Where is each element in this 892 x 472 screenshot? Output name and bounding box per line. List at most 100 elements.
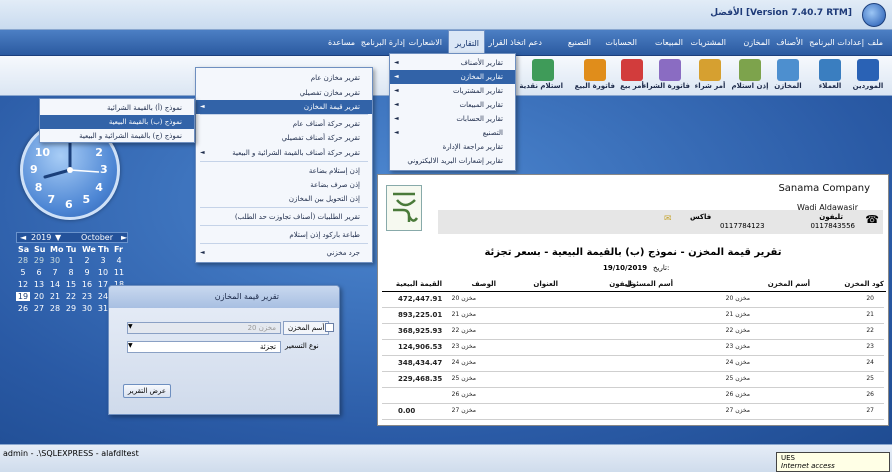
calendar-day[interactable]: 27 (32, 304, 46, 313)
pricing-type-label: نوع التسعير (285, 342, 319, 350)
calendar-day[interactable]: 28 (16, 256, 30, 265)
toolbar-btn-4[interactable]: أمر شراء (690, 56, 730, 96)
toolbar-btn-7[interactable]: فاتورة البيع (575, 56, 615, 96)
calendar-day[interactable]: 8 (64, 268, 78, 277)
weekday-label: Th (98, 245, 110, 254)
warehouse-item-4[interactable]: تقرير حركة أصناف تفصيلي (196, 131, 372, 145)
report-preview: Sanama Company Wadi Aldawasir ☎ تليفون 0… (377, 174, 889, 426)
warehouse-item-10[interactable]: طباعة باركود إذن إستلام (196, 228, 372, 242)
toolbar-btn-0[interactable]: الموردين (848, 56, 888, 96)
calendar-month[interactable]: October (81, 233, 113, 242)
calendar-day[interactable]: 9 (80, 268, 94, 277)
menu-separator (200, 114, 368, 115)
inventory-value-dialog: تقرير قيمة المخازن مخزن 20 ▼ أسم المخزن … (108, 285, 340, 415)
calendar-day[interactable]: 19 (16, 292, 30, 301)
clock-number: 9 (30, 163, 38, 176)
warehouse-item-11[interactable]: جرد مخزني ◄ (196, 246, 372, 260)
cell-desc: مخزن 24 (451, 359, 476, 366)
calendar-day[interactable]: 3 (96, 256, 110, 265)
calendar-day[interactable]: 15 (64, 280, 78, 289)
next-month-icon[interactable]: ► (121, 233, 127, 242)
store-name-select[interactable]: مخزن 20 (127, 322, 281, 334)
submenu-arrow-icon: ◄ (200, 103, 205, 110)
calendar-day[interactable]: 20 (32, 292, 46, 301)
calendar-day[interactable]: 5 (16, 268, 30, 277)
store-checkbox[interactable] (325, 323, 334, 332)
calendar-day[interactable]: 10 (96, 268, 110, 277)
calendar-day[interactable]: 14 (48, 280, 62, 289)
warehouse-item-2[interactable]: تقرير قيمة المخازن ◄ (196, 100, 372, 114)
toolbar-label-8: استلام نقدية (519, 82, 563, 90)
store-dropdown-icon[interactable]: ▼ (128, 323, 133, 330)
calendar-day[interactable]: 21 (48, 292, 62, 301)
menu-5[interactable]: المبيعات (643, 30, 688, 56)
warehouse-item-9[interactable]: تقرير الطلبيات (أصناف تجاوزت حد الطلب) (196, 210, 372, 224)
pricing-type-select[interactable]: تجزئة (127, 341, 281, 353)
warehouse-item-8[interactable]: إذن التحويل بين المخازن (196, 192, 372, 206)
calendar-day[interactable]: 1 (64, 256, 78, 265)
toolbar-btn-5[interactable]: فاتورة الشراء (643, 56, 690, 96)
calendar-day[interactable]: 6 (32, 268, 46, 277)
calendar-day[interactable]: 4 (112, 256, 126, 265)
calendar-day[interactable]: 2 (80, 256, 94, 265)
calendar-day[interactable]: 7 (48, 268, 62, 277)
calendar-day[interactable]: 12 (16, 280, 30, 289)
warehouse-item-3[interactable]: تقرير حركة أصناف عام (196, 117, 372, 131)
reports-item-3[interactable]: تقارير المبيعات ◄ (390, 98, 515, 112)
prev-month-icon[interactable]: ◄ (20, 233, 26, 242)
reports-item-1[interactable]: تقارير المخازن ◄ (390, 70, 515, 84)
menu-3[interactable]: المخازن (732, 30, 775, 56)
reports-item-5[interactable]: التصنيع ◄ (390, 126, 515, 140)
reports-item-7[interactable]: تقارير إشعارات البريد الاليكتروني (390, 154, 515, 168)
menu-1[interactable]: إعدادات البرنامج (809, 30, 869, 56)
warehouse-item-6[interactable]: إذن إستلام بضاعة (196, 164, 372, 178)
warehouse-item-0[interactable]: تقرير مخازن عام (196, 71, 372, 85)
calendar-day[interactable]: 11 (112, 268, 126, 277)
toolbar-icon-8 (532, 59, 554, 81)
menu-7[interactable]: التصنيع (548, 30, 596, 56)
year-dropdown-icon[interactable]: ▼ (55, 233, 61, 242)
calendar-day[interactable]: 22 (64, 292, 78, 301)
toolbar-btn-1[interactable]: العملاء (810, 56, 850, 96)
menu-6[interactable]: الحسابات (597, 30, 642, 56)
reports-item-4[interactable]: تقارير الحسابات ◄ (390, 112, 515, 126)
weekday-label: Fr (114, 245, 123, 254)
calendar-day[interactable]: 26 (16, 304, 30, 313)
value-model-0[interactable]: نموذج (أ) بالقيمة الشرائية (40, 101, 194, 115)
calendar-year[interactable]: 2019 (31, 233, 51, 242)
cell-name: مخزن 26 (725, 391, 750, 398)
calendar-day[interactable]: 23 (80, 292, 94, 301)
show-report-button[interactable]: عرض التقرير (123, 384, 171, 398)
row-divider (382, 307, 884, 308)
calendar-day[interactable]: 16 (80, 280, 94, 289)
reports-item-0[interactable]: تقارير الأصناف ◄ (390, 56, 515, 70)
warehouse-item-1[interactable]: تقرير مخازن تفصيلي (196, 86, 372, 100)
menu-12[interactable]: مساعدة (312, 30, 360, 56)
menu-0[interactable]: ملف (868, 30, 888, 56)
toolbar-btn-2[interactable]: المخازن (768, 56, 808, 96)
reports-item-6[interactable]: تقارير مراجعة الإدارة (390, 140, 515, 154)
submenu-arrow-icon: ◄ (394, 87, 399, 94)
pricing-dropdown-icon[interactable]: ▼ (128, 342, 133, 349)
calendar-day[interactable]: 29 (32, 256, 46, 265)
cell-code: 20 (866, 295, 874, 302)
reports-item-2[interactable]: تقارير المشتريات ◄ (390, 84, 515, 98)
value-model-1[interactable]: نموذج (ب) بالقيمة البيعية (40, 115, 194, 129)
calendar-day[interactable]: 28 (48, 304, 62, 313)
toolbar-btn-6[interactable]: أمر بيع (612, 56, 652, 96)
warehouse-reports-submenu: تقرير مخازن عام تقرير مخازن تفصيلي تقرير ق… (195, 67, 373, 263)
toolbar-label-1: العملاء (818, 82, 842, 90)
calendar-day[interactable]: 29 (64, 304, 78, 313)
calendar-day[interactable]: 13 (32, 280, 46, 289)
calendar-day[interactable]: 30 (80, 304, 94, 313)
toolbar-icon-0 (857, 59, 879, 81)
toolbar-btn-3[interactable]: إذن استلام (730, 56, 770, 96)
toolbar-btn-8[interactable]: استلام نقدية (519, 56, 563, 96)
menu-4[interactable]: المشتريات (689, 30, 731, 56)
value-model-2[interactable]: نموذج (ج) بالقيمة الشرائية و البيعية (40, 129, 194, 143)
cell-code: 27 (866, 407, 874, 414)
warehouse-item-7[interactable]: إذن صرف بضاعة (196, 178, 372, 192)
warehouse-item-5[interactable]: تقرير حركة أصناف بالقيمة الشرائية و البي… (196, 146, 372, 160)
menu-2[interactable]: الأصناف (776, 30, 808, 56)
calendar-day[interactable]: 30 (48, 256, 62, 265)
